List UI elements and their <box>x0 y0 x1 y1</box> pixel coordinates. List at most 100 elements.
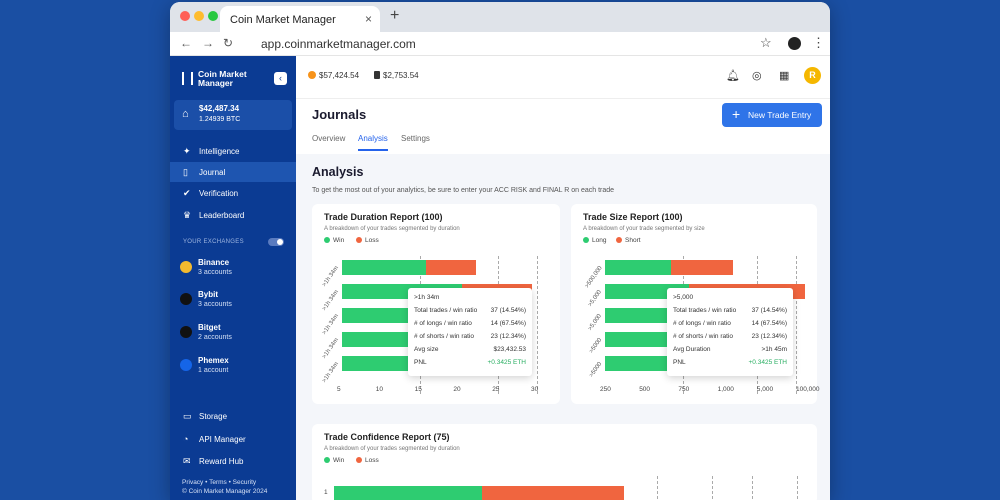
bar-segment-long[interactable] <box>605 260 671 275</box>
balance-card[interactable]: ⌂ $42,487.34 1.24939 BTC <box>174 100 292 130</box>
bar-segment-short[interactable] <box>670 260 734 275</box>
exchange-bitget[interactable]: Bitget 2 accounts <box>180 323 290 347</box>
size-tooltip: >5,000 Total trades / win ratio 37 (14.54… <box>667 288 793 376</box>
exchange-name: Bybit <box>198 290 218 299</box>
analysis-title: Analysis <box>312 165 364 179</box>
bar-segment-loss[interactable] <box>481 486 624 500</box>
exchange-phemex[interactable]: Phemex 1 account <box>180 356 290 380</box>
confidence-report-title: Trade Confidence Report (75) <box>324 432 450 442</box>
y-tick-label: >5,000 <box>587 313 604 332</box>
new-trade-entry-button[interactable]: + New Trade Entry <box>722 103 822 127</box>
exchange-accounts: 3 accounts <box>198 269 232 276</box>
tab-analysis[interactable]: Analysis <box>358 134 388 151</box>
tooltip-row: Avg Duration >1h 45m <box>673 346 787 353</box>
tab-settings[interactable]: Settings <box>401 134 430 143</box>
sidebar-item-api-manager[interactable]: ◔ API Manager <box>170 429 296 449</box>
legend-dot <box>324 457 330 463</box>
footer-links[interactable]: Privacy • Terms • Security <box>182 478 267 487</box>
legend-long[interactable]: Long <box>583 237 606 244</box>
grid-line <box>657 476 658 500</box>
sidebar-item-label: Reward Hub <box>199 457 244 466</box>
tooltip-header: >5,000 <box>673 294 694 301</box>
bar-segment-long[interactable] <box>605 332 671 347</box>
bookmark-star-icon[interactable]: ☆ <box>760 35 772 51</box>
sidebar-item-journal[interactable]: ▯ Journal <box>170 162 296 182</box>
close-window-dot[interactable] <box>180 11 190 21</box>
exchange-name: Binance <box>198 258 230 267</box>
forward-arrow-icon[interactable]: → <box>202 36 214 50</box>
app-logo[interactable]: Coin Market Manager <box>182 70 247 88</box>
browser-window: Coin Market Manager × + ← → ↻ app.coinma… <box>170 2 830 500</box>
gift-icon: ✉ <box>183 456 191 466</box>
grid-line <box>712 476 713 500</box>
bell-icon[interactable]: 🔔︎ <box>726 69 740 82</box>
x-tick-label: 500 <box>639 386 651 393</box>
tab-overview[interactable]: Overview <box>312 134 345 143</box>
url-field[interactable]: app.coinmarketmanager.com <box>243 35 795 53</box>
sidebar-item-reward-hub[interactable]: ✉ Reward Hub <box>170 451 296 471</box>
exchange-bybit[interactable]: Bybit 3 accounts <box>180 290 290 314</box>
legend-dot <box>583 237 589 243</box>
tab-close-icon[interactable]: × <box>365 12 372 26</box>
x-tick-label: 15 <box>414 386 422 393</box>
duration-tooltip: >1h 34m Total trades / win ratio 37 (14.5… <box>408 288 532 376</box>
page-header: Journals Overview Analysis Settings + Ne… <box>296 98 830 154</box>
legend-loss[interactable]: Loss <box>356 457 379 464</box>
legend-dot <box>616 237 622 243</box>
x-tick-label: 100,000 <box>796 386 820 393</box>
sidebar-item-intelligence[interactable]: ✦ Intelligence <box>170 141 296 161</box>
sidebar-item-label: Leaderboard <box>199 211 245 220</box>
y-tick-label: >1h 34m <box>322 265 341 288</box>
exchange-binance[interactable]: Binance 3 accounts <box>180 258 290 282</box>
bar-segment-win[interactable] <box>342 260 427 275</box>
legend-win[interactable]: Win <box>324 237 344 244</box>
browser-menu-icon[interactable]: ⋮ <box>812 35 825 51</box>
grid-line <box>537 256 538 394</box>
sidebar-item-label: Storage <box>199 412 228 421</box>
binance-icon <box>180 261 192 273</box>
tooltip-row: # of shorts / win ratio 23 (12.34%) <box>673 333 787 340</box>
maximize-window-dot[interactable] <box>208 11 218 21</box>
avatar[interactable]: R <box>804 67 821 84</box>
analysis-subtitle: To get the most out of your analytics, b… <box>312 187 615 194</box>
ethereum-icon <box>374 71 380 79</box>
sidebar-item-leaderboard[interactable]: ♛ Leaderboard <box>170 205 296 225</box>
bar-segment-long[interactable] <box>605 308 671 323</box>
y-tick-label: >1h 34m <box>322 289 341 312</box>
x-tick-label: 5 <box>337 386 341 393</box>
new-tab-button[interactable]: + <box>390 7 399 25</box>
bar-segment-long[interactable] <box>605 356 671 371</box>
size-report-title: Trade Size Report (100) <box>583 212 683 222</box>
hide-eye-icon[interactable]: ◎ <box>752 69 762 82</box>
legend-win[interactable]: Win <box>324 457 344 464</box>
legend-short[interactable]: Short <box>616 237 641 244</box>
sidebar-item-verification[interactable]: ✔ Verification <box>170 183 296 203</box>
y-tick-label: >1h 34m <box>322 313 341 336</box>
legend-dot <box>356 457 362 463</box>
sidebar-item-label: Verification <box>199 189 239 198</box>
grid-line <box>796 256 797 394</box>
reload-icon[interactable]: ↻ <box>223 36 233 50</box>
back-arrow-icon[interactable]: ← <box>180 36 192 50</box>
sidebar-footer: Privacy • Terms • Security © Coin Market… <box>182 478 267 496</box>
btc-price: $57,424.54 <box>308 71 359 80</box>
sidebar-item-label: Intelligence <box>199 147 240 156</box>
legend-loss[interactable]: Loss <box>356 237 379 244</box>
sidebar-collapse-button[interactable]: ‹ <box>274 72 287 85</box>
duration-report-title: Trade Duration Report (100) <box>324 212 443 222</box>
browser-tab[interactable]: Coin Market Manager × <box>220 6 380 32</box>
tooltip-row: Avg size $23,432.53 <box>414 346 526 353</box>
sidebar-item-storage[interactable]: ▭ Storage <box>170 406 296 426</box>
home-icon: ⌂ <box>182 108 189 120</box>
bar-segment-loss[interactable] <box>426 260 476 275</box>
duration-report-card: Trade Duration Report (100) A breakdown … <box>312 204 560 404</box>
confidence-report-subtitle: A breakdown of your trades segmented by … <box>324 446 460 452</box>
bar-segment-win[interactable] <box>334 486 482 500</box>
minimize-window-dot[interactable] <box>194 11 204 21</box>
extension-icon[interactable] <box>788 37 801 50</box>
calculator-icon[interactable]: ▦ <box>779 69 789 82</box>
exchanges-toggle[interactable] <box>268 238 284 246</box>
browser-tab-title: Coin Market Manager <box>230 14 336 26</box>
x-tick-label: 25 <box>492 386 500 393</box>
signal-icon: ◔ <box>183 434 189 444</box>
